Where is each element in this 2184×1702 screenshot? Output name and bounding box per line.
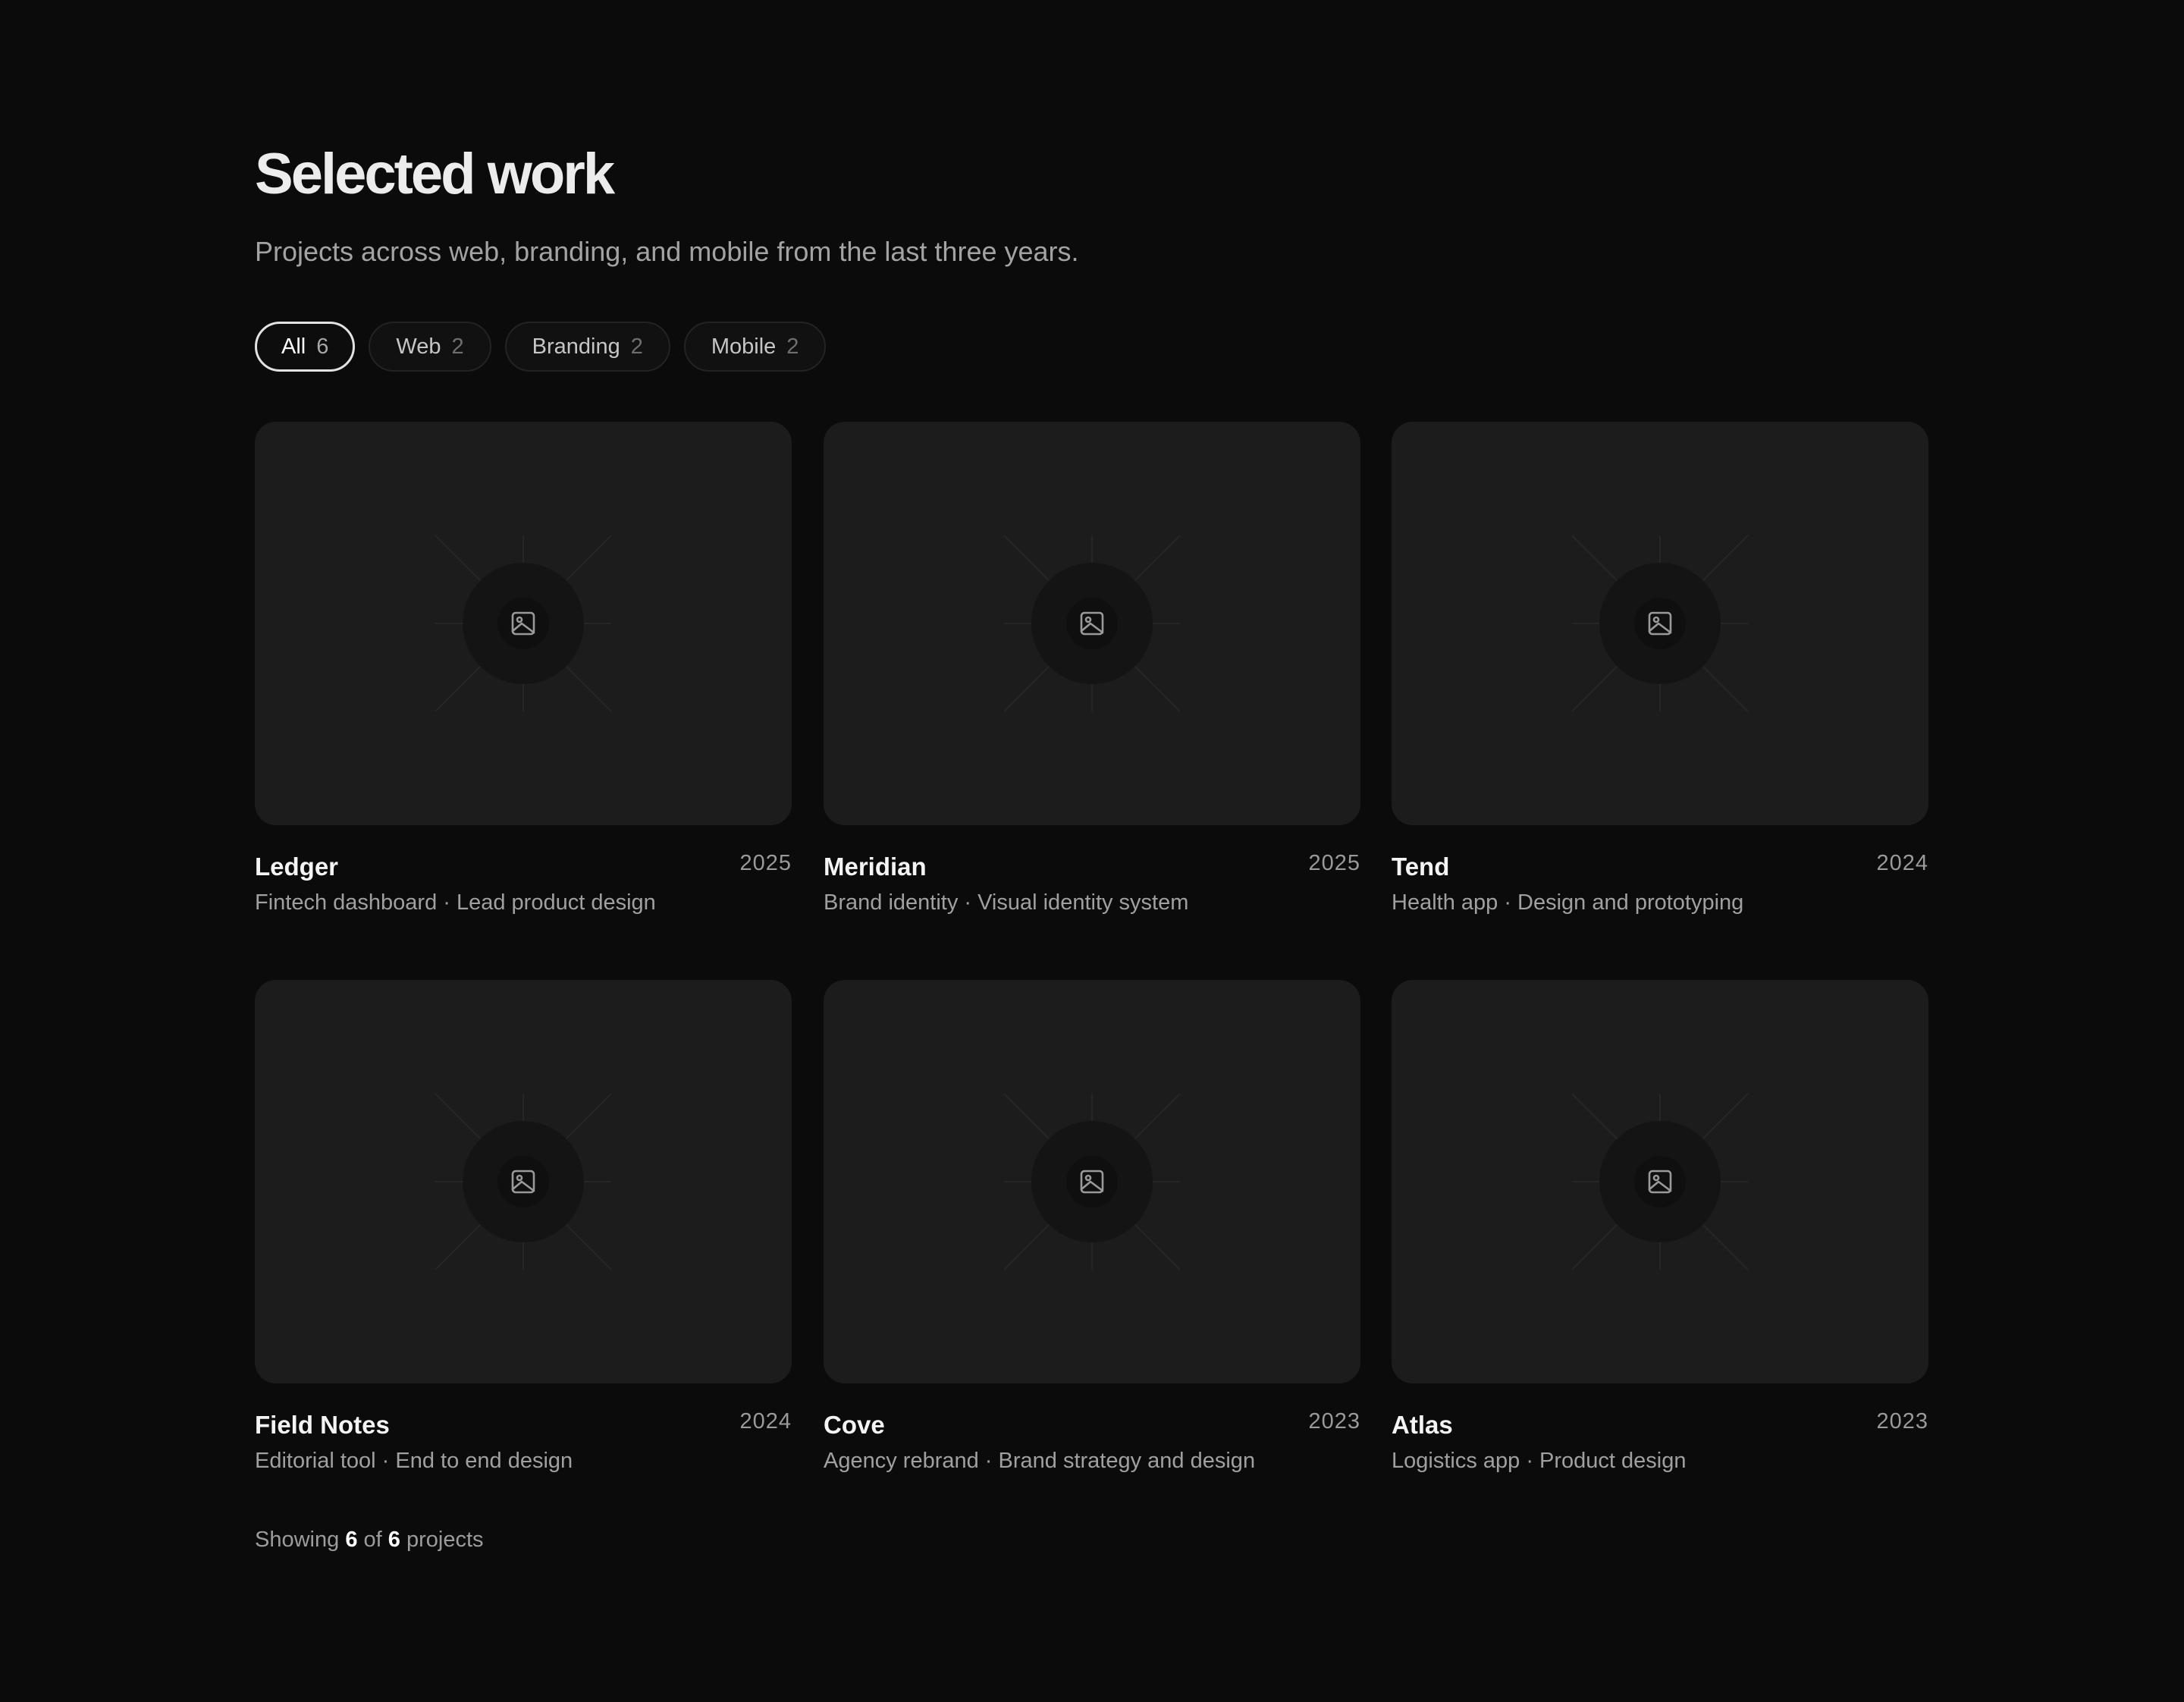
thumbnail-placeholder-art (1571, 535, 1749, 712)
thumbnail-placeholder-art (1003, 535, 1181, 712)
filter-chip-label: All (281, 334, 306, 359)
page-title: Selected work (255, 142, 615, 206)
project-year: 2025 (739, 851, 792, 875)
project-card-atlas[interactable]: Atlas 2023 Logistics app · Product desig… (1392, 980, 1928, 1473)
project-description: Health app · Design and prototyping (1392, 890, 1744, 915)
portfolio-page: Selected work Projects across web, brand… (0, 0, 2184, 1702)
thumbnail-placeholder-art (435, 1093, 612, 1270)
project-description: Agency rebrand · Brand strategy and desi… (824, 1449, 1256, 1473)
project-title: Field Notes (255, 1411, 390, 1439)
filter-chip-mobile[interactable]: Mobile 2 (683, 322, 827, 372)
project-description: Logistics app · Product design (1392, 1449, 1687, 1473)
project-card-meridian[interactable]: Meridian 2025 Brand identity · Visual id… (824, 422, 1360, 915)
project-thumbnail (255, 422, 792, 825)
project-meta: Ledger 2025 Fintech dashboard · Lead pro… (255, 825, 792, 915)
filter-chip-count: 2 (786, 334, 799, 359)
filter-bar: All 6 Web 2 Branding 2 Mobile 2 (255, 322, 827, 372)
results-prefix: Showing (255, 1528, 340, 1552)
filter-chip-branding[interactable]: Branding 2 (504, 322, 670, 372)
thumbnail-placeholder-art (435, 535, 612, 712)
filter-chip-label: Mobile (711, 334, 777, 359)
results-suffix: projects (406, 1528, 484, 1552)
results-summary: Showing 6 of 6 projects (255, 1528, 484, 1553)
filter-chip-count: 2 (630, 334, 643, 359)
results-middle: of (363, 1528, 382, 1552)
filter-chip-count: 6 (316, 334, 329, 359)
results-shown-count: 6 (345, 1528, 358, 1552)
project-title: Cove (824, 1411, 885, 1439)
project-thumbnail (1392, 980, 1928, 1383)
project-meta: Meridian 2025 Brand identity · Visual id… (824, 825, 1360, 915)
project-meta: Tend 2024 Health app · Design and protot… (1392, 825, 1928, 915)
project-card-tend[interactable]: Tend 2024 Health app · Design and protot… (1392, 422, 1928, 915)
page-subtitle: Projects across web, branding, and mobil… (255, 236, 1079, 267)
project-year: 2024 (739, 1409, 792, 1434)
project-description: Editorial tool · End to end design (255, 1449, 573, 1473)
filter-chip-web[interactable]: Web 2 (369, 322, 491, 372)
project-meta: Atlas 2023 Logistics app · Product desig… (1392, 1383, 1928, 1473)
project-card-field-notes[interactable]: Field Notes 2024 Editorial tool · End to… (255, 980, 792, 1473)
project-meta: Cove 2023 Agency rebrand · Brand strateg… (824, 1383, 1360, 1473)
project-thumbnail (255, 980, 792, 1383)
project-description: Brand identity · Visual identity system (824, 890, 1189, 915)
project-year: 2023 (1308, 1409, 1360, 1434)
project-title: Atlas (1392, 1411, 1453, 1439)
project-meta: Field Notes 2024 Editorial tool · End to… (255, 1383, 792, 1473)
filter-chip-label: Branding (532, 334, 620, 359)
thumbnail-placeholder-art (1571, 1093, 1749, 1270)
project-title: Meridian (824, 853, 927, 881)
results-total-count: 6 (388, 1528, 400, 1552)
project-thumbnail (1392, 422, 1928, 825)
filter-chip-label: Web (396, 334, 441, 359)
thumbnail-placeholder-art (1003, 1093, 1181, 1270)
filter-chip-count: 2 (451, 334, 464, 359)
project-year: 2024 (1876, 851, 1928, 875)
project-thumbnail (824, 422, 1360, 825)
filter-chip-all[interactable]: All 6 (255, 322, 356, 372)
project-year: 2025 (1308, 851, 1360, 875)
project-title: Ledger (255, 853, 339, 881)
project-thumbnail (824, 980, 1360, 1383)
project-card-ledger[interactable]: Ledger 2025 Fintech dashboard · Lead pro… (255, 422, 792, 915)
project-title: Tend (1392, 853, 1450, 881)
project-card-cove[interactable]: Cove 2023 Agency rebrand · Brand strateg… (824, 980, 1360, 1473)
project-description: Fintech dashboard · Lead product design (255, 890, 656, 915)
project-year: 2023 (1876, 1409, 1928, 1434)
